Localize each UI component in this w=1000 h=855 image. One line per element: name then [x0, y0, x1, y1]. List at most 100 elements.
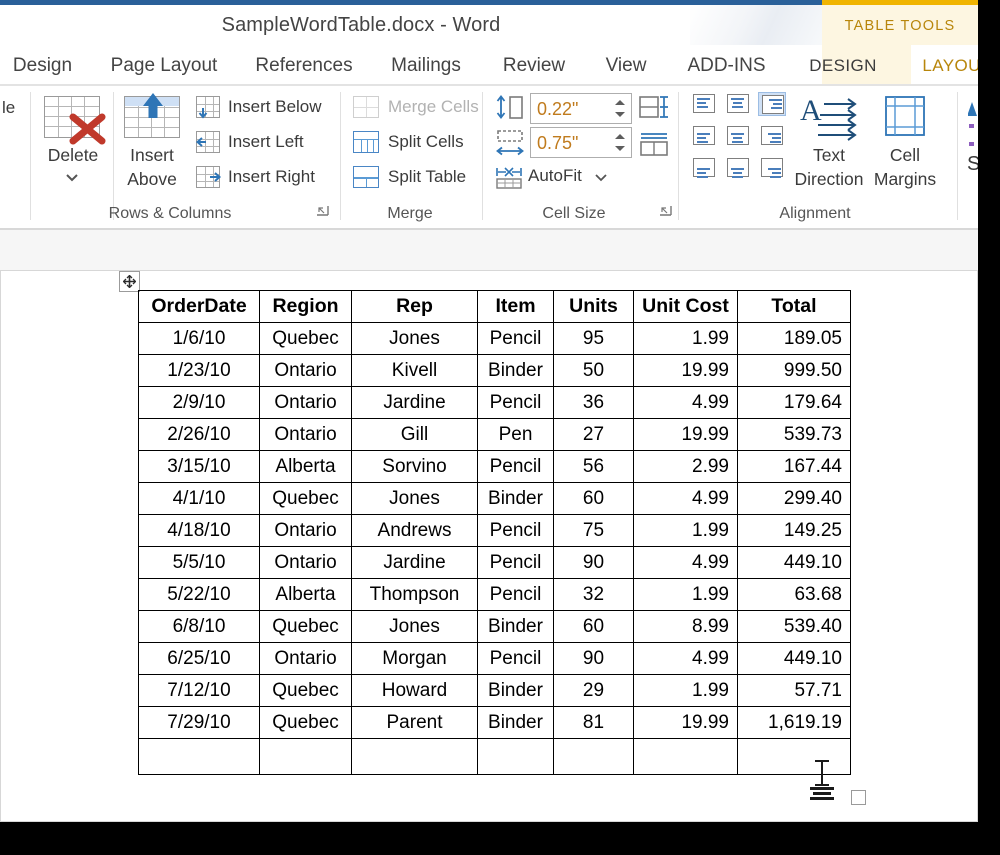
align-button-align-top-right[interactable] [758, 92, 786, 116]
align-button-align-center[interactable] [724, 124, 752, 148]
table-cell[interactable]: 1,619.19 [738, 707, 851, 739]
table-cell[interactable]: 57.71 [738, 675, 851, 707]
table-cell[interactable]: 3/15/10 [139, 451, 260, 483]
table-cell[interactable]: Howard [352, 675, 478, 707]
table-cell[interactable]: 2/9/10 [139, 387, 260, 419]
distribute-columns-icon[interactable] [638, 130, 670, 158]
table-cell[interactable]: 36 [554, 387, 634, 419]
table-cell[interactable]: Gill [352, 419, 478, 451]
table-cell[interactable]: Pencil [478, 323, 554, 355]
ribbon-tab-design[interactable]: Design [10, 45, 75, 85]
table-cell[interactable]: 6/25/10 [139, 643, 260, 675]
table-header-cell[interactable]: Units [554, 291, 634, 323]
table-row[interactable]: 3/15/10AlbertaSorvinoPencil562.99167.44 [139, 451, 851, 483]
table-cell[interactable]: 6/8/10 [139, 611, 260, 643]
table-cell[interactable]: 27 [554, 419, 634, 451]
table-cell[interactable]: Pencil [478, 643, 554, 675]
table-cell[interactable]: 5/22/10 [139, 579, 260, 611]
table-cell[interactable]: Binder [478, 483, 554, 515]
table-cell[interactable]: Quebec [260, 675, 352, 707]
table-cell[interactable]: 4/18/10 [139, 515, 260, 547]
table-cell[interactable]: Binder [478, 675, 554, 707]
table-cell[interactable]: Binder [478, 707, 554, 739]
table-row[interactable]: 7/12/10QuebecHowardBinder291.9957.71 [139, 675, 851, 707]
table-cell[interactable] [139, 739, 260, 775]
table-cell[interactable]: Jardine [352, 387, 478, 419]
table-cell[interactable]: 95 [554, 323, 634, 355]
table-row[interactable]: 6/25/10OntarioMorganPencil904.99449.10 [139, 643, 851, 675]
table-cell[interactable]: 4/1/10 [139, 483, 260, 515]
table-header-cell[interactable]: Item [478, 291, 554, 323]
table-cell[interactable]: Quebec [260, 323, 352, 355]
table-row[interactable]: 2/26/10OntarioGillPen2719.99539.73 [139, 419, 851, 451]
table-row[interactable]: 5/22/10AlbertaThompsonPencil321.9963.68 [139, 579, 851, 611]
table-cell[interactable]: Morgan [352, 643, 478, 675]
table-cell[interactable]: Andrews [352, 515, 478, 547]
row-height-spinner[interactable]: 0.22" [530, 93, 632, 124]
table-cell[interactable]: Pen [478, 419, 554, 451]
table-cell[interactable]: 299.40 [738, 483, 851, 515]
table-cell[interactable]: Alberta [260, 451, 352, 483]
table-cell[interactable]: 2/26/10 [139, 419, 260, 451]
table-cell[interactable]: 4.99 [634, 643, 738, 675]
table-cell[interactable]: Pencil [478, 579, 554, 611]
table-cell[interactable]: 449.10 [738, 547, 851, 579]
table-header-cell[interactable]: Total [738, 291, 851, 323]
ribbon-tab-mailings[interactable]: Mailings [381, 45, 471, 85]
column-width-spinner[interactable]: 0.75" [530, 127, 632, 158]
table-cell[interactable]: 999.50 [738, 355, 851, 387]
table-cell[interactable]: 1.99 [634, 579, 738, 611]
table-row[interactable]: 2/9/10OntarioJardinePencil364.99179.64 [139, 387, 851, 419]
table-cell[interactable]: Binder [478, 355, 554, 387]
table-cell[interactable]: Ontario [260, 387, 352, 419]
table-header-cell[interactable]: Region [260, 291, 352, 323]
align-button-align-top-left[interactable] [690, 92, 718, 116]
table-cell[interactable]: Ontario [260, 355, 352, 387]
table-cell[interactable]: Thompson [352, 579, 478, 611]
table-cell[interactable]: 189.05 [738, 323, 851, 355]
table-cell[interactable]: 1.99 [634, 675, 738, 707]
table-cell[interactable]: Pencil [478, 515, 554, 547]
table-cell[interactable]: Kivell [352, 355, 478, 387]
table-cell[interactable]: Pencil [478, 547, 554, 579]
table-cell[interactable]: Pencil [478, 451, 554, 483]
table-cell[interactable]: 50 [554, 355, 634, 387]
table-cell[interactable]: Jones [352, 611, 478, 643]
table-cell[interactable]: 60 [554, 611, 634, 643]
table-cell[interactable]: 449.10 [738, 643, 851, 675]
rows-columns-dialog-launcher[interactable] [316, 205, 330, 219]
table-cell[interactable]: Quebec [260, 483, 352, 515]
table-cell[interactable]: 90 [554, 643, 634, 675]
table-row[interactable]: 1/6/10QuebecJonesPencil951.99189.05 [139, 323, 851, 355]
table-row[interactable]: 1/23/10OntarioKivellBinder5019.99999.50 [139, 355, 851, 387]
ribbon-tab-design[interactable]: DESIGN [799, 45, 887, 85]
table-cell[interactable]: 81 [554, 707, 634, 739]
table-row[interactable]: 6/8/10QuebecJonesBinder608.99539.40 [139, 611, 851, 643]
row-height-arrows[interactable] [612, 94, 628, 123]
table-cell[interactable]: Quebec [260, 611, 352, 643]
cell-size-dialog-launcher[interactable] [659, 205, 673, 219]
table-cell[interactable]: 2.99 [634, 451, 738, 483]
table-cell[interactable]: Alberta [260, 579, 352, 611]
table-cell[interactable]: Ontario [260, 547, 352, 579]
table-cell[interactable]: 32 [554, 579, 634, 611]
table-cell[interactable] [478, 739, 554, 775]
table-row[interactable]: 7/29/10QuebecParentBinder8119.991,619.19 [139, 707, 851, 739]
ribbon-tab-review[interactable]: Review [495, 45, 573, 85]
table-cell[interactable]: Quebec [260, 707, 352, 739]
table-cell[interactable]: 1.99 [634, 323, 738, 355]
table-row[interactable]: 4/18/10OntarioAndrewsPencil751.99149.25 [139, 515, 851, 547]
table-cell[interactable]: Pencil [478, 387, 554, 419]
table-cell[interactable]: 167.44 [738, 451, 851, 483]
table-cell[interactable]: Jardine [352, 547, 478, 579]
autofit-label[interactable]: AutoFit [528, 166, 582, 186]
ribbon-tab-page-layout[interactable]: Page Layout [97, 45, 231, 85]
column-width-arrows[interactable] [612, 128, 628, 157]
table-row[interactable]: 5/5/10OntarioJardinePencil904.99449.10 [139, 547, 851, 579]
table-cell[interactable]: 60 [554, 483, 634, 515]
table-cell[interactable]: 19.99 [634, 707, 738, 739]
table-cell[interactable]: 4.99 [634, 483, 738, 515]
table-header-cell[interactable]: Unit Cost [634, 291, 738, 323]
table-cell[interactable] [634, 739, 738, 775]
table-cell[interactable]: Sorvino [352, 451, 478, 483]
